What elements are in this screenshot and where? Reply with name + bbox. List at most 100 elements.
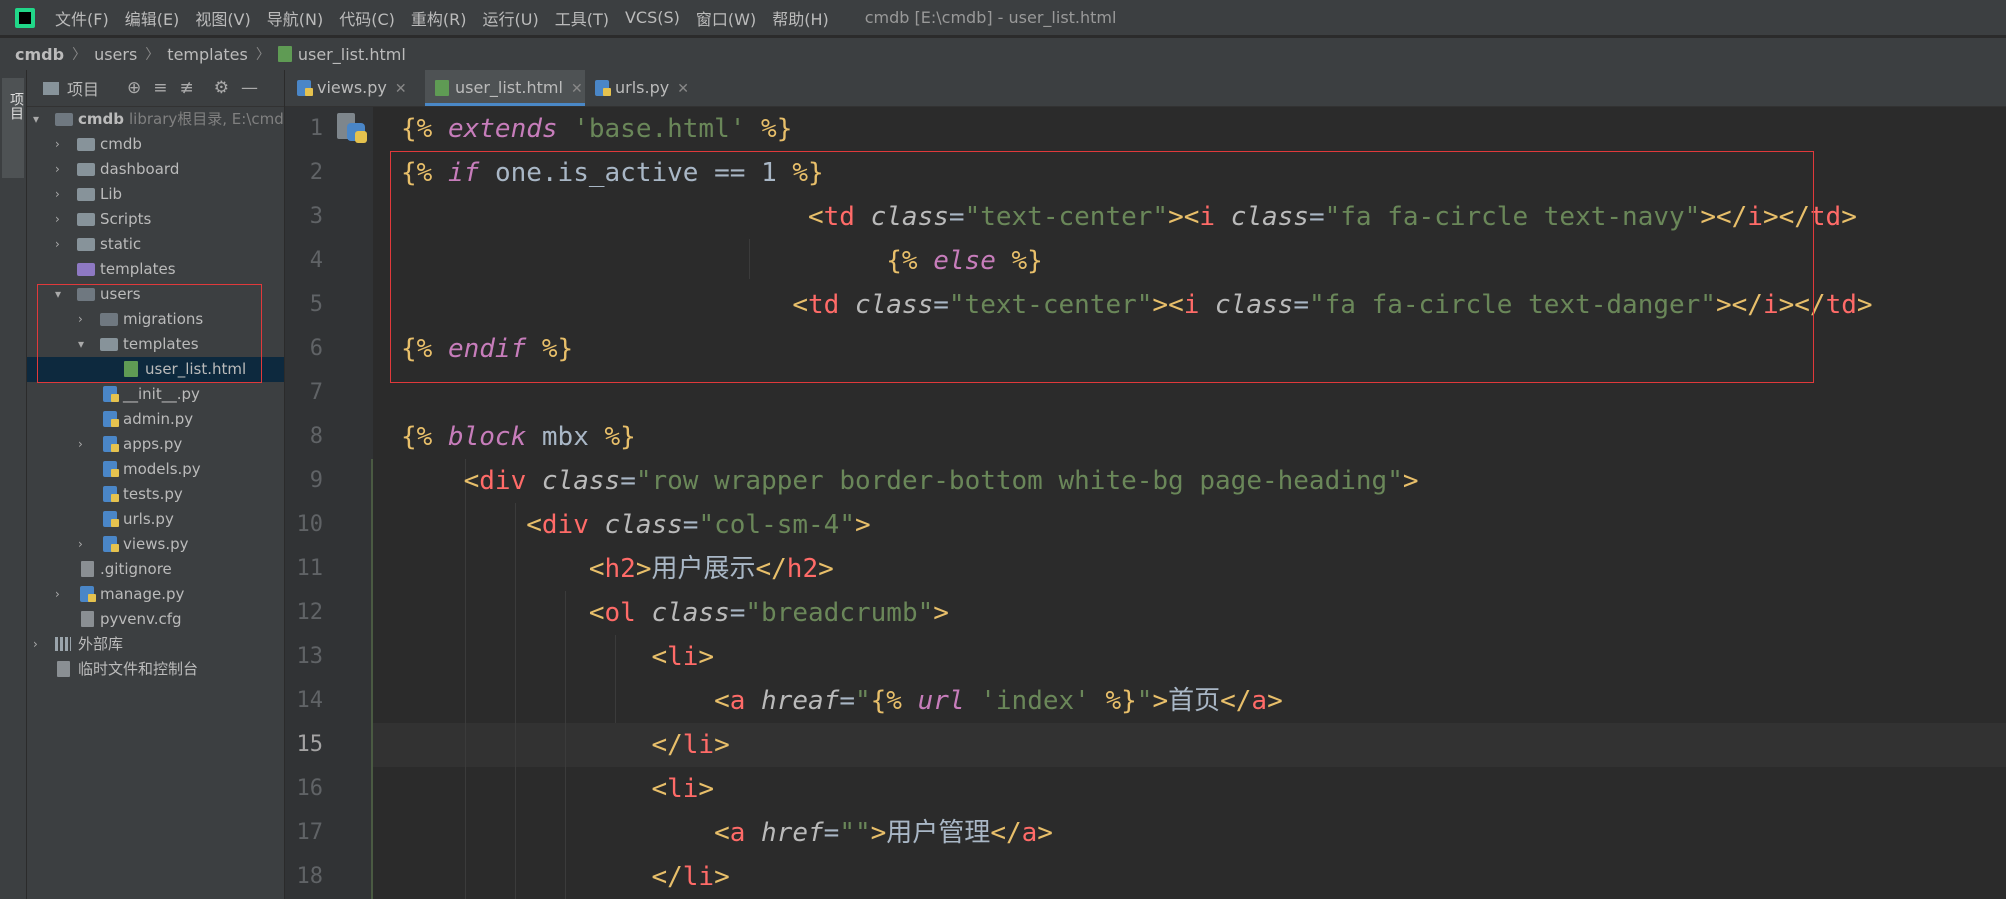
tree-item-apps-py[interactable]: › apps.py: [27, 432, 284, 457]
tab-label: user_list.html: [455, 78, 563, 97]
tree-label: users: [100, 285, 141, 303]
menu-code[interactable]: 代码(C): [339, 6, 395, 30]
code-line-2: {% if one.is_active == 1 %}: [401, 158, 824, 188]
templates-folder-icon: [77, 263, 95, 276]
tree-item-migrations[interactable]: › migrations: [27, 307, 284, 332]
project-tool-button[interactable]: 项目: [2, 78, 24, 178]
line-number: 10: [296, 512, 324, 537]
tree-label: apps.py: [123, 435, 183, 453]
tree-item-external-libraries[interactable]: › 外部库: [27, 632, 284, 657]
project-view-icon: [43, 81, 59, 95]
gear-icon[interactable]: ⚙: [214, 78, 229, 98]
editor-tab-bar: views.py ✕ user_list.html ✕ urls.py ✕: [285, 70, 2006, 107]
tree-label-extra: library根目录, E:\cmdb: [129, 110, 284, 128]
menu-file[interactable]: 文件(F): [55, 6, 109, 30]
chevron-down-icon: ▾: [78, 337, 85, 351]
breadcrumb-separator-icon: 〉: [255, 47, 270, 63]
tree-item-cmdb[interactable]: › cmdb: [27, 132, 284, 157]
tree-item-scratches[interactable]: 临时文件和控制台: [27, 657, 284, 682]
expand-all-icon[interactable]: ≡: [153, 78, 167, 98]
tab-views-py[interactable]: views.py ✕: [297, 70, 417, 106]
python-file-icon: [337, 113, 367, 143]
breadcrumb-item-file[interactable]: user_list.html: [298, 45, 406, 64]
menu-navigate[interactable]: 导航(N): [267, 6, 323, 30]
line-number: 6: [309, 336, 323, 361]
tree-item-lib[interactable]: › Lib: [27, 182, 284, 207]
tree-item-tests-py[interactable]: tests.py: [27, 482, 284, 507]
chevron-right-icon: ›: [55, 162, 60, 176]
tree-item-user-list-html[interactable]: user_list.html: [27, 357, 284, 382]
tree-item-templates[interactable]: ▾ templates: [27, 332, 284, 357]
pycharm-logo-icon: [15, 7, 35, 28]
breadcrumb-item-templates[interactable]: templates: [167, 45, 248, 64]
tree-label: .gitignore: [100, 560, 172, 578]
menu-refactor[interactable]: 重构(R): [411, 6, 467, 30]
hide-icon[interactable]: —: [241, 78, 258, 98]
line-number: 18: [296, 864, 324, 889]
tree-label: Scripts: [100, 210, 152, 228]
tree-item-manage-py[interactable]: › manage.py: [27, 582, 284, 607]
code-line-5: <td class="text-center"><i class="fa fa-…: [792, 290, 1873, 320]
tree-item-scripts[interactable]: › Scripts: [27, 207, 284, 232]
folder-icon: [77, 138, 95, 151]
code-line-1: {% extends 'base.html' %}: [401, 114, 793, 144]
tab-user-list-html[interactable]: user_list.html ✕: [425, 70, 585, 106]
line-number: 3: [309, 204, 323, 229]
tree-item-admin-py[interactable]: admin.py: [27, 407, 284, 432]
tree-label: pyvenv.cfg: [100, 610, 182, 628]
line-number: 17: [296, 820, 324, 845]
menu-view[interactable]: 视图(V): [195, 6, 250, 30]
tree-label: 临时文件和控制台: [78, 660, 199, 678]
tree-label: templates: [123, 335, 199, 353]
project-toolbar: 项目 ⊕ ≡ ≢ ⚙ —: [27, 70, 284, 107]
project-panel-title[interactable]: 项目: [67, 76, 99, 100]
locate-icon[interactable]: ⊕: [127, 78, 141, 98]
close-icon[interactable]: ✕: [571, 81, 583, 97]
tree-label: static: [100, 235, 142, 253]
line-number: 4: [309, 248, 323, 273]
tab-urls-py[interactable]: urls.py ✕: [587, 70, 705, 106]
tree-item-templates-root[interactable]: templates: [27, 257, 284, 282]
menu-window[interactable]: 窗口(W): [696, 6, 756, 30]
code-line-16: <li>: [651, 774, 715, 804]
menu-tools[interactable]: 工具(T): [555, 6, 609, 30]
line-number: 7: [309, 380, 323, 405]
close-icon[interactable]: ✕: [677, 81, 689, 97]
tree-item-models-py[interactable]: models.py: [27, 457, 284, 482]
tree-item-cmdb-root[interactable]: ▾ cmdb library根目录, E:\cmdb: [27, 107, 284, 132]
close-icon[interactable]: ✕: [395, 81, 407, 97]
code-line-10: <div class="col-sm-4">: [526, 510, 871, 540]
chevron-right-icon: ›: [55, 137, 60, 151]
code-line-4: {% else %}: [886, 246, 1043, 276]
window-title: cmdb [E:\cmdb] - user_list.html: [864, 8, 1117, 27]
tree-item-views-py[interactable]: › views.py: [27, 532, 284, 557]
breadcrumb-item-cmdb[interactable]: cmdb: [15, 45, 64, 64]
tree-label: cmdb: [100, 135, 142, 153]
tree-item-init-py[interactable]: __init__.py: [27, 382, 284, 407]
code-line-3: <td class="text-center"><i class="fa fa-…: [808, 202, 1857, 232]
menu-run[interactable]: 运行(U): [483, 6, 539, 30]
code-editor[interactable]: {% extends 'base.html' %} {% if one.is_a…: [373, 107, 2006, 899]
chevron-right-icon: ›: [78, 437, 83, 451]
tab-label: views.py: [317, 78, 387, 97]
tree-item-users[interactable]: ▾ users: [27, 282, 284, 307]
line-number: 1: [309, 116, 323, 141]
menu-help[interactable]: 帮助(H): [772, 6, 829, 30]
tree-item-pyvenv-cfg[interactable]: pyvenv.cfg: [27, 607, 284, 632]
code-line-18: </li>: [651, 862, 730, 892]
chevron-right-icon: ›: [55, 212, 60, 226]
collapse-all-icon[interactable]: ≢: [180, 78, 194, 98]
tree-item-urls-py[interactable]: urls.py: [27, 507, 284, 532]
tree-label: Lib: [100, 185, 123, 203]
tree-item-dashboard[interactable]: › dashboard: [27, 157, 284, 182]
tree-item-gitignore[interactable]: .gitignore: [27, 557, 284, 582]
line-number: 13: [296, 644, 324, 669]
python-file-icon: [297, 80, 313, 96]
folder-icon: [77, 213, 95, 226]
menu-edit[interactable]: 编辑(E): [125, 6, 180, 30]
menu-vcs[interactable]: VCS(S): [625, 8, 680, 27]
breadcrumb-item-users[interactable]: users: [94, 45, 137, 64]
folder-icon: [77, 188, 95, 201]
tree-label: admin.py: [123, 410, 194, 428]
tree-item-static[interactable]: › static: [27, 232, 284, 257]
